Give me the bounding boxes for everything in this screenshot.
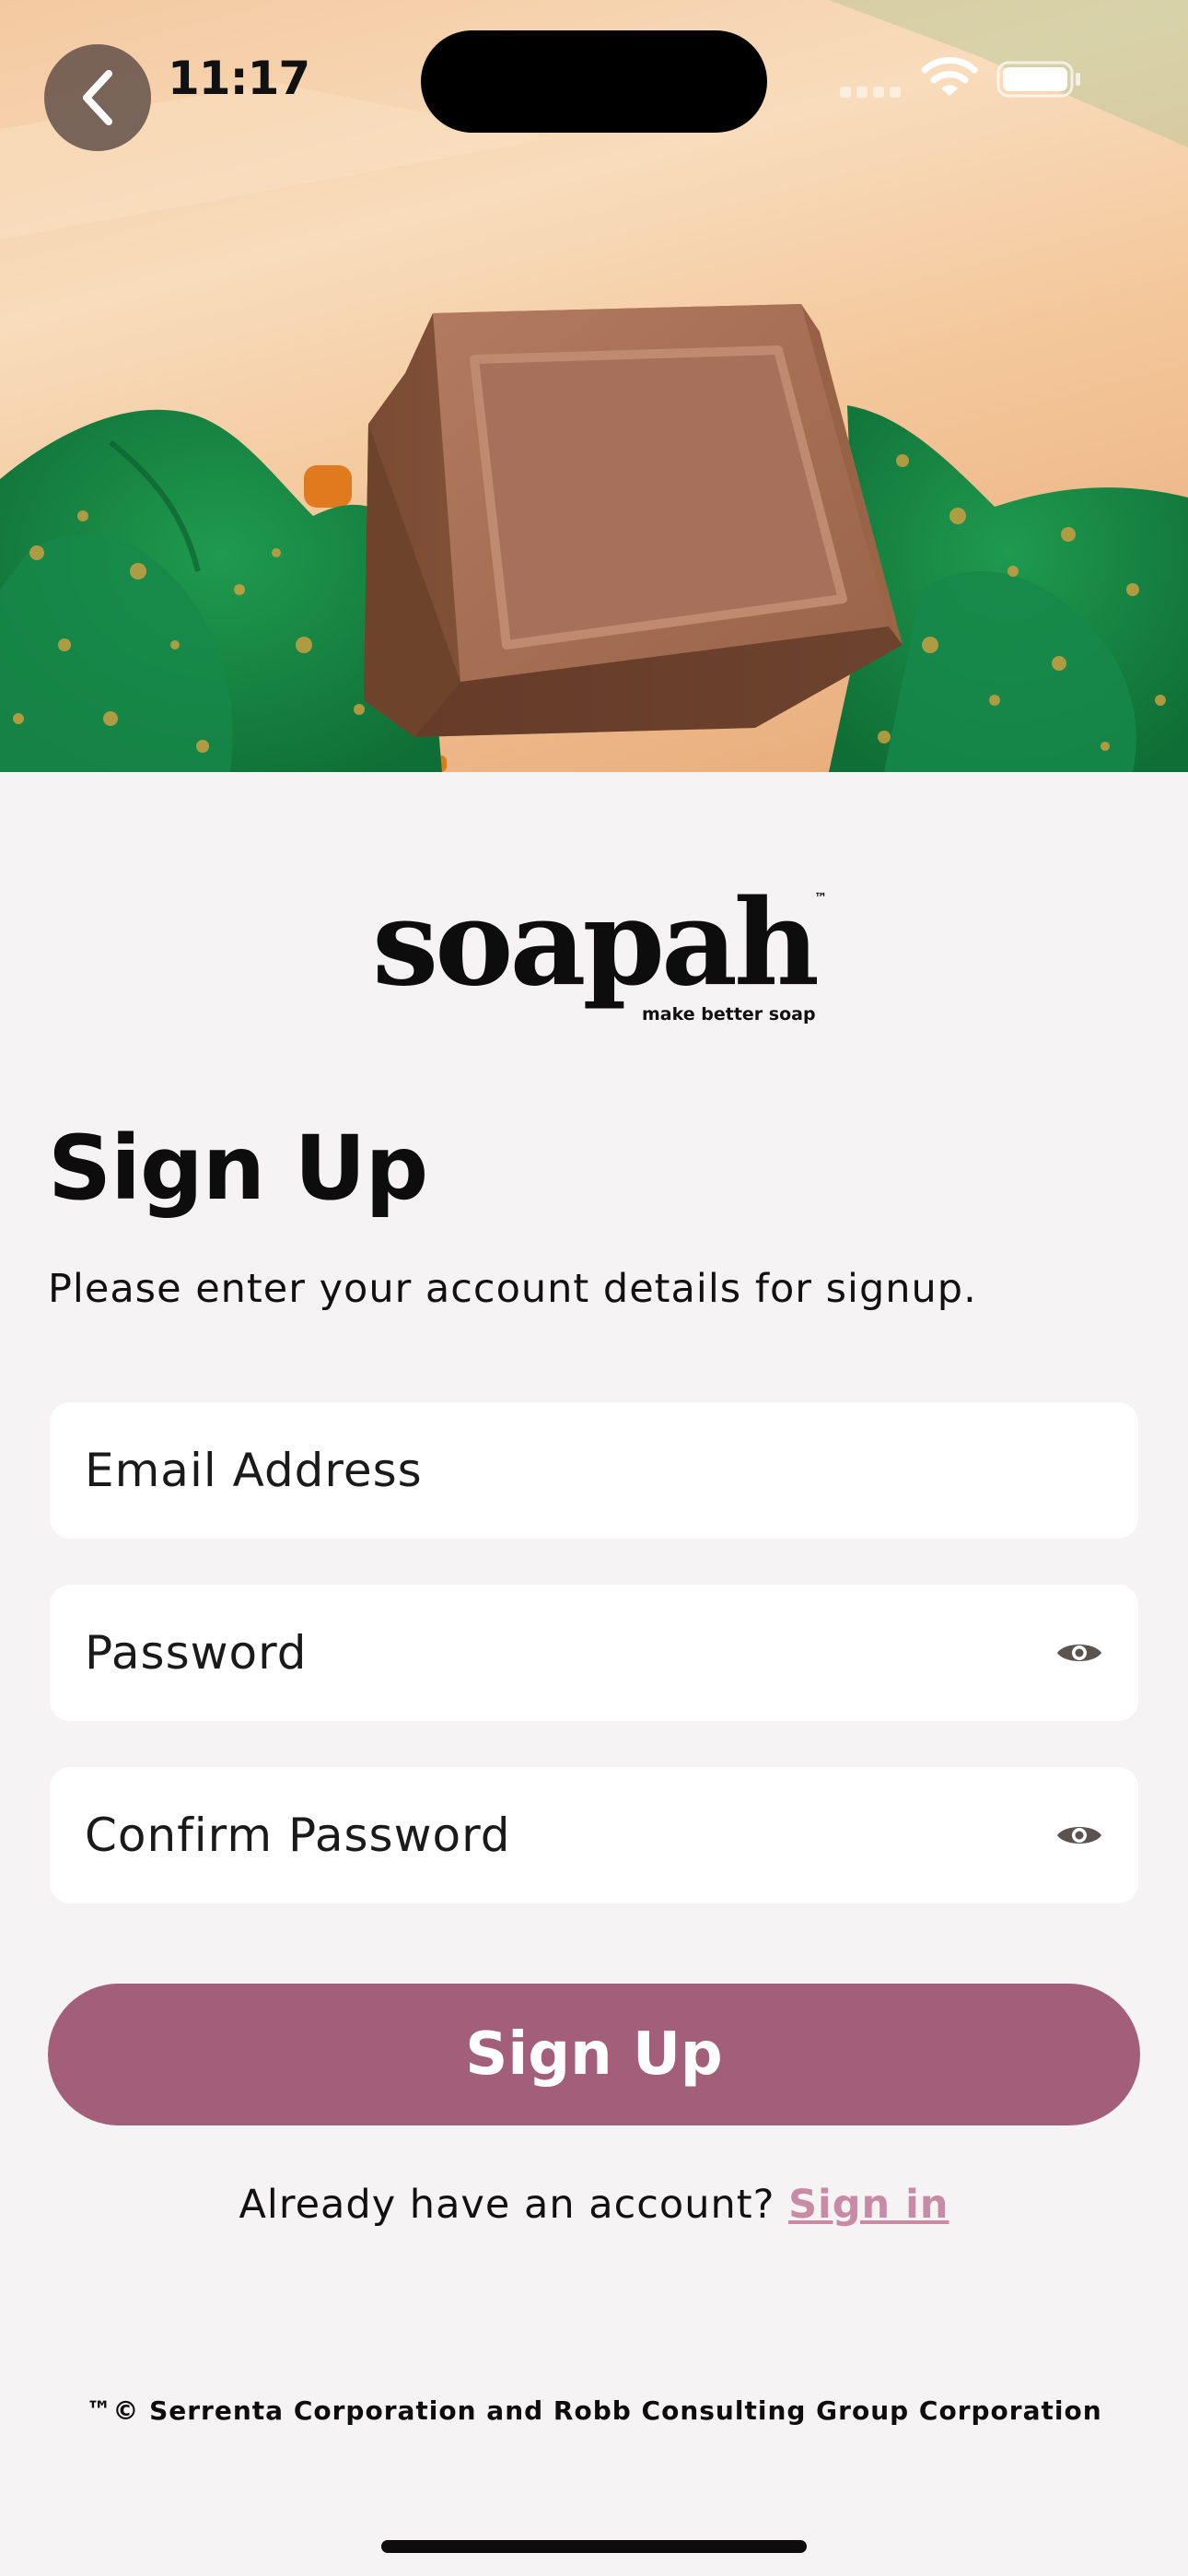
logo-text: soapah <box>372 874 820 1013</box>
password-field[interactable] <box>50 1585 1138 1721</box>
battery-icon <box>996 61 1080 98</box>
eye-icon[interactable] <box>1055 1639 1103 1667</box>
signal-icon <box>840 87 901 98</box>
email-input[interactable] <box>85 1444 1103 1497</box>
sign-up-button[interactable]: Sign Up <box>48 1984 1140 2125</box>
dynamic-island <box>421 30 767 133</box>
status-time: 11:17 <box>168 52 310 105</box>
signin-prompt-text: Already have an account? <box>239 2182 775 2228</box>
back-button[interactable] <box>44 44 151 151</box>
page-title: Sign Up <box>48 1117 428 1220</box>
brand-logo: soapah ™ <box>0 884 1188 1002</box>
hero-image: 11:17 <box>0 0 1188 772</box>
email-field[interactable] <box>50 1402 1138 1539</box>
confirm-password-field[interactable] <box>50 1767 1138 1903</box>
footer-copyright: ™© Serrenta Corporation and Robb Consult… <box>86 2395 1102 2426</box>
logo-trademark: ™ <box>813 891 827 906</box>
signup-screen: 11:17 soapah ™ make better soap Sign Up P… <box>0 0 1188 2576</box>
sign-in-link[interactable]: Sign in <box>788 2182 949 2228</box>
eye-icon[interactable] <box>1055 1821 1103 1849</box>
signin-prompt-line: Already have an account? Sign in <box>0 2182 1188 2228</box>
back-chevron-icon <box>83 70 112 125</box>
logo-wordmark: soapah ™ <box>372 884 827 1002</box>
wifi-icon <box>921 57 978 96</box>
home-indicator <box>381 2540 807 2553</box>
confirm-password-input[interactable] <box>85 1809 1055 1862</box>
password-input[interactable] <box>85 1626 1055 1680</box>
logo-tagline: make better soap <box>642 1004 816 1025</box>
page-subtitle: Please enter your account details for si… <box>48 1266 977 1312</box>
